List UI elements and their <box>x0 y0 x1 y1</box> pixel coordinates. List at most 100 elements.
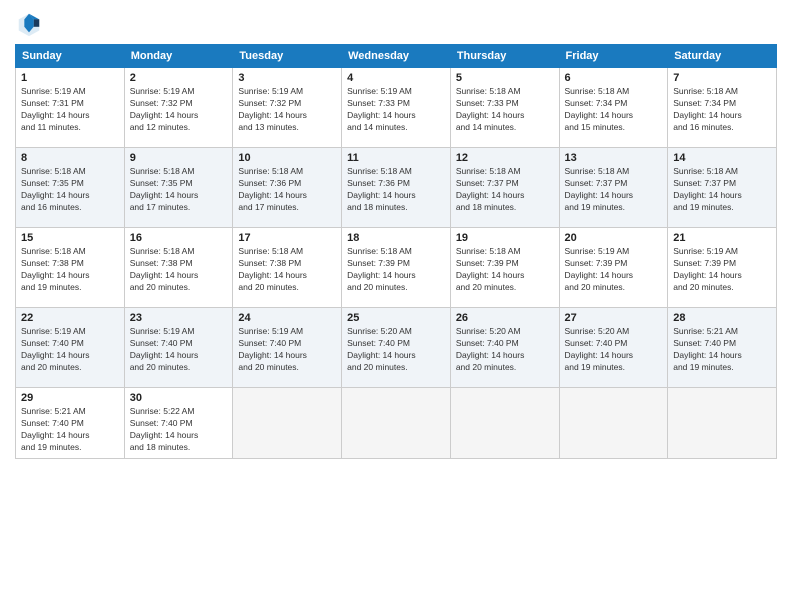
day-info: Sunrise: 5:18 AM Sunset: 7:36 PM Dayligh… <box>347 166 445 214</box>
day-number: 15 <box>21 232 119 244</box>
day-info: Sunrise: 5:19 AM Sunset: 7:32 PM Dayligh… <box>238 86 336 134</box>
calendar-week-2: 8 Sunrise: 5:18 AM Sunset: 7:35 PM Daylig… <box>16 148 777 228</box>
calendar-cell: 29 Sunrise: 5:21 AM Sunset: 7:40 PM Dayli… <box>16 388 125 459</box>
calendar-cell: 11 Sunrise: 5:18 AM Sunset: 7:36 PM Dayli… <box>342 148 451 228</box>
calendar-header-wednesday: Wednesday <box>342 45 451 68</box>
day-number: 19 <box>456 232 554 244</box>
day-info: Sunrise: 5:19 AM Sunset: 7:31 PM Dayligh… <box>21 86 119 134</box>
day-info: Sunrise: 5:18 AM Sunset: 7:34 PM Dayligh… <box>565 86 663 134</box>
day-number: 29 <box>21 392 119 404</box>
day-info: Sunrise: 5:19 AM Sunset: 7:39 PM Dayligh… <box>673 246 771 294</box>
calendar-cell: 3Sunrise: 5:19 AM Sunset: 7:32 PM Daylig… <box>233 68 342 148</box>
calendar-header-sunday: Sunday <box>16 45 125 68</box>
day-number: 30 <box>130 392 228 404</box>
calendar-header-tuesday: Tuesday <box>233 45 342 68</box>
day-number: 24 <box>238 312 336 324</box>
calendar-cell: 5 Sunrise: 5:18 AM Sunset: 7:33 PM Daylig… <box>450 68 559 148</box>
day-number: 5 <box>456 72 554 84</box>
page: SundayMondayTuesdayWednesdayThursdayFrid… <box>0 0 792 612</box>
day-info: Sunrise: 5:18 AM Sunset: 7:33 PM Dayligh… <box>456 86 554 134</box>
calendar-cell: 17 Sunrise: 5:18 AM Sunset: 7:38 PM Dayli… <box>233 228 342 308</box>
calendar-cell: 10 Sunrise: 5:18 AM Sunset: 7:36 PM Dayli… <box>233 148 342 228</box>
calendar-cell: 27 Sunrise: 5:20 AM Sunset: 7:40 PM Dayli… <box>559 308 668 388</box>
day-number: 17 <box>238 232 336 244</box>
calendar-cell: 14 Sunrise: 5:18 AM Sunset: 7:37 PM Dayli… <box>668 148 777 228</box>
day-number: 26 <box>456 312 554 324</box>
calendar-cell <box>559 388 668 459</box>
logo-icon <box>15 10 43 38</box>
logo <box>15 10 47 38</box>
day-info: Sunrise: 5:18 AM Sunset: 7:37 PM Dayligh… <box>673 166 771 214</box>
day-number: 6 <box>565 72 663 84</box>
day-number: 14 <box>673 152 771 164</box>
day-info: Sunrise: 5:18 AM Sunset: 7:38 PM Dayligh… <box>238 246 336 294</box>
day-number: 2 <box>130 72 228 84</box>
day-info: Sunrise: 5:22 AM Sunset: 7:40 PM Dayligh… <box>130 406 228 454</box>
day-info: Sunrise: 5:18 AM Sunset: 7:39 PM Dayligh… <box>456 246 554 294</box>
calendar-cell: 15Sunrise: 5:18 AM Sunset: 7:38 PM Dayli… <box>16 228 125 308</box>
calendar-week-3: 15 Sunrise: 5:18 AM Sunset: 7:38 PM Dayli… <box>16 228 777 308</box>
calendar-table: SundayMondayTuesdayWednesdayThursdayFrid… <box>15 44 777 459</box>
calendar-cell: 24 Sunrise: 5:19 AM Sunset: 7:40 PM Dayli… <box>233 308 342 388</box>
calendar-cell: 22Sunrise: 5:19 AM Sunset: 7:40 PM Dayli… <box>16 308 125 388</box>
day-info: Sunrise: 5:20 AM Sunset: 7:40 PM Dayligh… <box>456 326 554 374</box>
calendar-cell: 20 Sunrise: 5:19 AM Sunset: 7:39 PM Dayli… <box>559 228 668 308</box>
day-number: 10 <box>238 152 336 164</box>
day-number: 27 <box>565 312 663 324</box>
day-number: 23 <box>130 312 228 324</box>
calendar-cell: 2 Sunrise: 5:19 AM Sunset: 7:32 PM Daylig… <box>124 68 233 148</box>
calendar-cell: 19 Sunrise: 5:18 AM Sunset: 7:39 PM Dayli… <box>450 228 559 308</box>
day-number: 1 <box>21 72 119 84</box>
day-number: 9 <box>130 152 228 164</box>
day-number: 28 <box>673 312 771 324</box>
calendar-header-monday: Monday <box>124 45 233 68</box>
day-info: Sunrise: 5:19 AM Sunset: 7:40 PM Dayligh… <box>130 326 228 374</box>
day-number: 8 <box>21 152 119 164</box>
calendar-cell: 1 Sunrise: 5:19 AM Sunset: 7:31 PM Daylig… <box>16 68 125 148</box>
day-number: 4 <box>347 72 445 84</box>
day-number: 25 <box>347 312 445 324</box>
day-info: Sunrise: 5:18 AM Sunset: 7:36 PM Dayligh… <box>238 166 336 214</box>
day-number: 12 <box>456 152 554 164</box>
day-number: 20 <box>565 232 663 244</box>
day-info: Sunrise: 5:18 AM Sunset: 7:38 PM Dayligh… <box>130 246 228 294</box>
day-info: Sunrise: 5:18 AM Sunset: 7:37 PM Dayligh… <box>565 166 663 214</box>
calendar-cell: 18 Sunrise: 5:18 AM Sunset: 7:39 PM Dayli… <box>342 228 451 308</box>
day-number: 21 <box>673 232 771 244</box>
calendar-header-row: SundayMondayTuesdayWednesdayThursdayFrid… <box>16 45 777 68</box>
day-number: 11 <box>347 152 445 164</box>
calendar-cell <box>668 388 777 459</box>
day-info: Sunrise: 5:19 AM Sunset: 7:32 PM Dayligh… <box>130 86 228 134</box>
calendar-cell: 13 Sunrise: 5:18 AM Sunset: 7:37 PM Dayli… <box>559 148 668 228</box>
day-info: Sunrise: 5:18 AM Sunset: 7:34 PM Dayligh… <box>673 86 771 134</box>
day-info: Sunrise: 5:18 AM Sunset: 7:35 PM Dayligh… <box>21 166 119 214</box>
day-info: Sunrise: 5:19 AM Sunset: 7:40 PM Dayligh… <box>21 326 119 374</box>
day-number: 18 <box>347 232 445 244</box>
calendar-cell <box>342 388 451 459</box>
day-info: Sunrise: 5:19 AM Sunset: 7:33 PM Dayligh… <box>347 86 445 134</box>
calendar-cell: 23 Sunrise: 5:19 AM Sunset: 7:40 PM Dayli… <box>124 308 233 388</box>
day-info: Sunrise: 5:18 AM Sunset: 7:37 PM Dayligh… <box>456 166 554 214</box>
day-info: Sunrise: 5:20 AM Sunset: 7:40 PM Dayligh… <box>565 326 663 374</box>
day-info: Sunrise: 5:19 AM Sunset: 7:39 PM Dayligh… <box>565 246 663 294</box>
calendar-header-saturday: Saturday <box>668 45 777 68</box>
day-info: Sunrise: 5:21 AM Sunset: 7:40 PM Dayligh… <box>21 406 119 454</box>
header <box>15 10 777 38</box>
calendar-cell: 9Sunrise: 5:18 AM Sunset: 7:35 PM Daylig… <box>124 148 233 228</box>
calendar-cell: 8 Sunrise: 5:18 AM Sunset: 7:35 PM Daylig… <box>16 148 125 228</box>
day-info: Sunrise: 5:18 AM Sunset: 7:39 PM Dayligh… <box>347 246 445 294</box>
calendar-cell: 12 Sunrise: 5:18 AM Sunset: 7:37 PM Dayli… <box>450 148 559 228</box>
calendar-cell: 30 Sunrise: 5:22 AM Sunset: 7:40 PM Dayli… <box>124 388 233 459</box>
day-info: Sunrise: 5:19 AM Sunset: 7:40 PM Dayligh… <box>238 326 336 374</box>
calendar-cell: 6 Sunrise: 5:18 AM Sunset: 7:34 PM Daylig… <box>559 68 668 148</box>
calendar-cell: 7Sunrise: 5:18 AM Sunset: 7:34 PM Daylig… <box>668 68 777 148</box>
day-info: Sunrise: 5:20 AM Sunset: 7:40 PM Dayligh… <box>347 326 445 374</box>
day-info: Sunrise: 5:21 AM Sunset: 7:40 PM Dayligh… <box>673 326 771 374</box>
day-number: 16 <box>130 232 228 244</box>
calendar-cell: 28 Sunrise: 5:21 AM Sunset: 7:40 PM Dayli… <box>668 308 777 388</box>
calendar-header-friday: Friday <box>559 45 668 68</box>
calendar-week-5: 29 Sunrise: 5:21 AM Sunset: 7:40 PM Dayli… <box>16 388 777 459</box>
day-number: 13 <box>565 152 663 164</box>
calendar-cell: 26 Sunrise: 5:20 AM Sunset: 7:40 PM Dayli… <box>450 308 559 388</box>
calendar-cell: 4 Sunrise: 5:19 AM Sunset: 7:33 PM Daylig… <box>342 68 451 148</box>
